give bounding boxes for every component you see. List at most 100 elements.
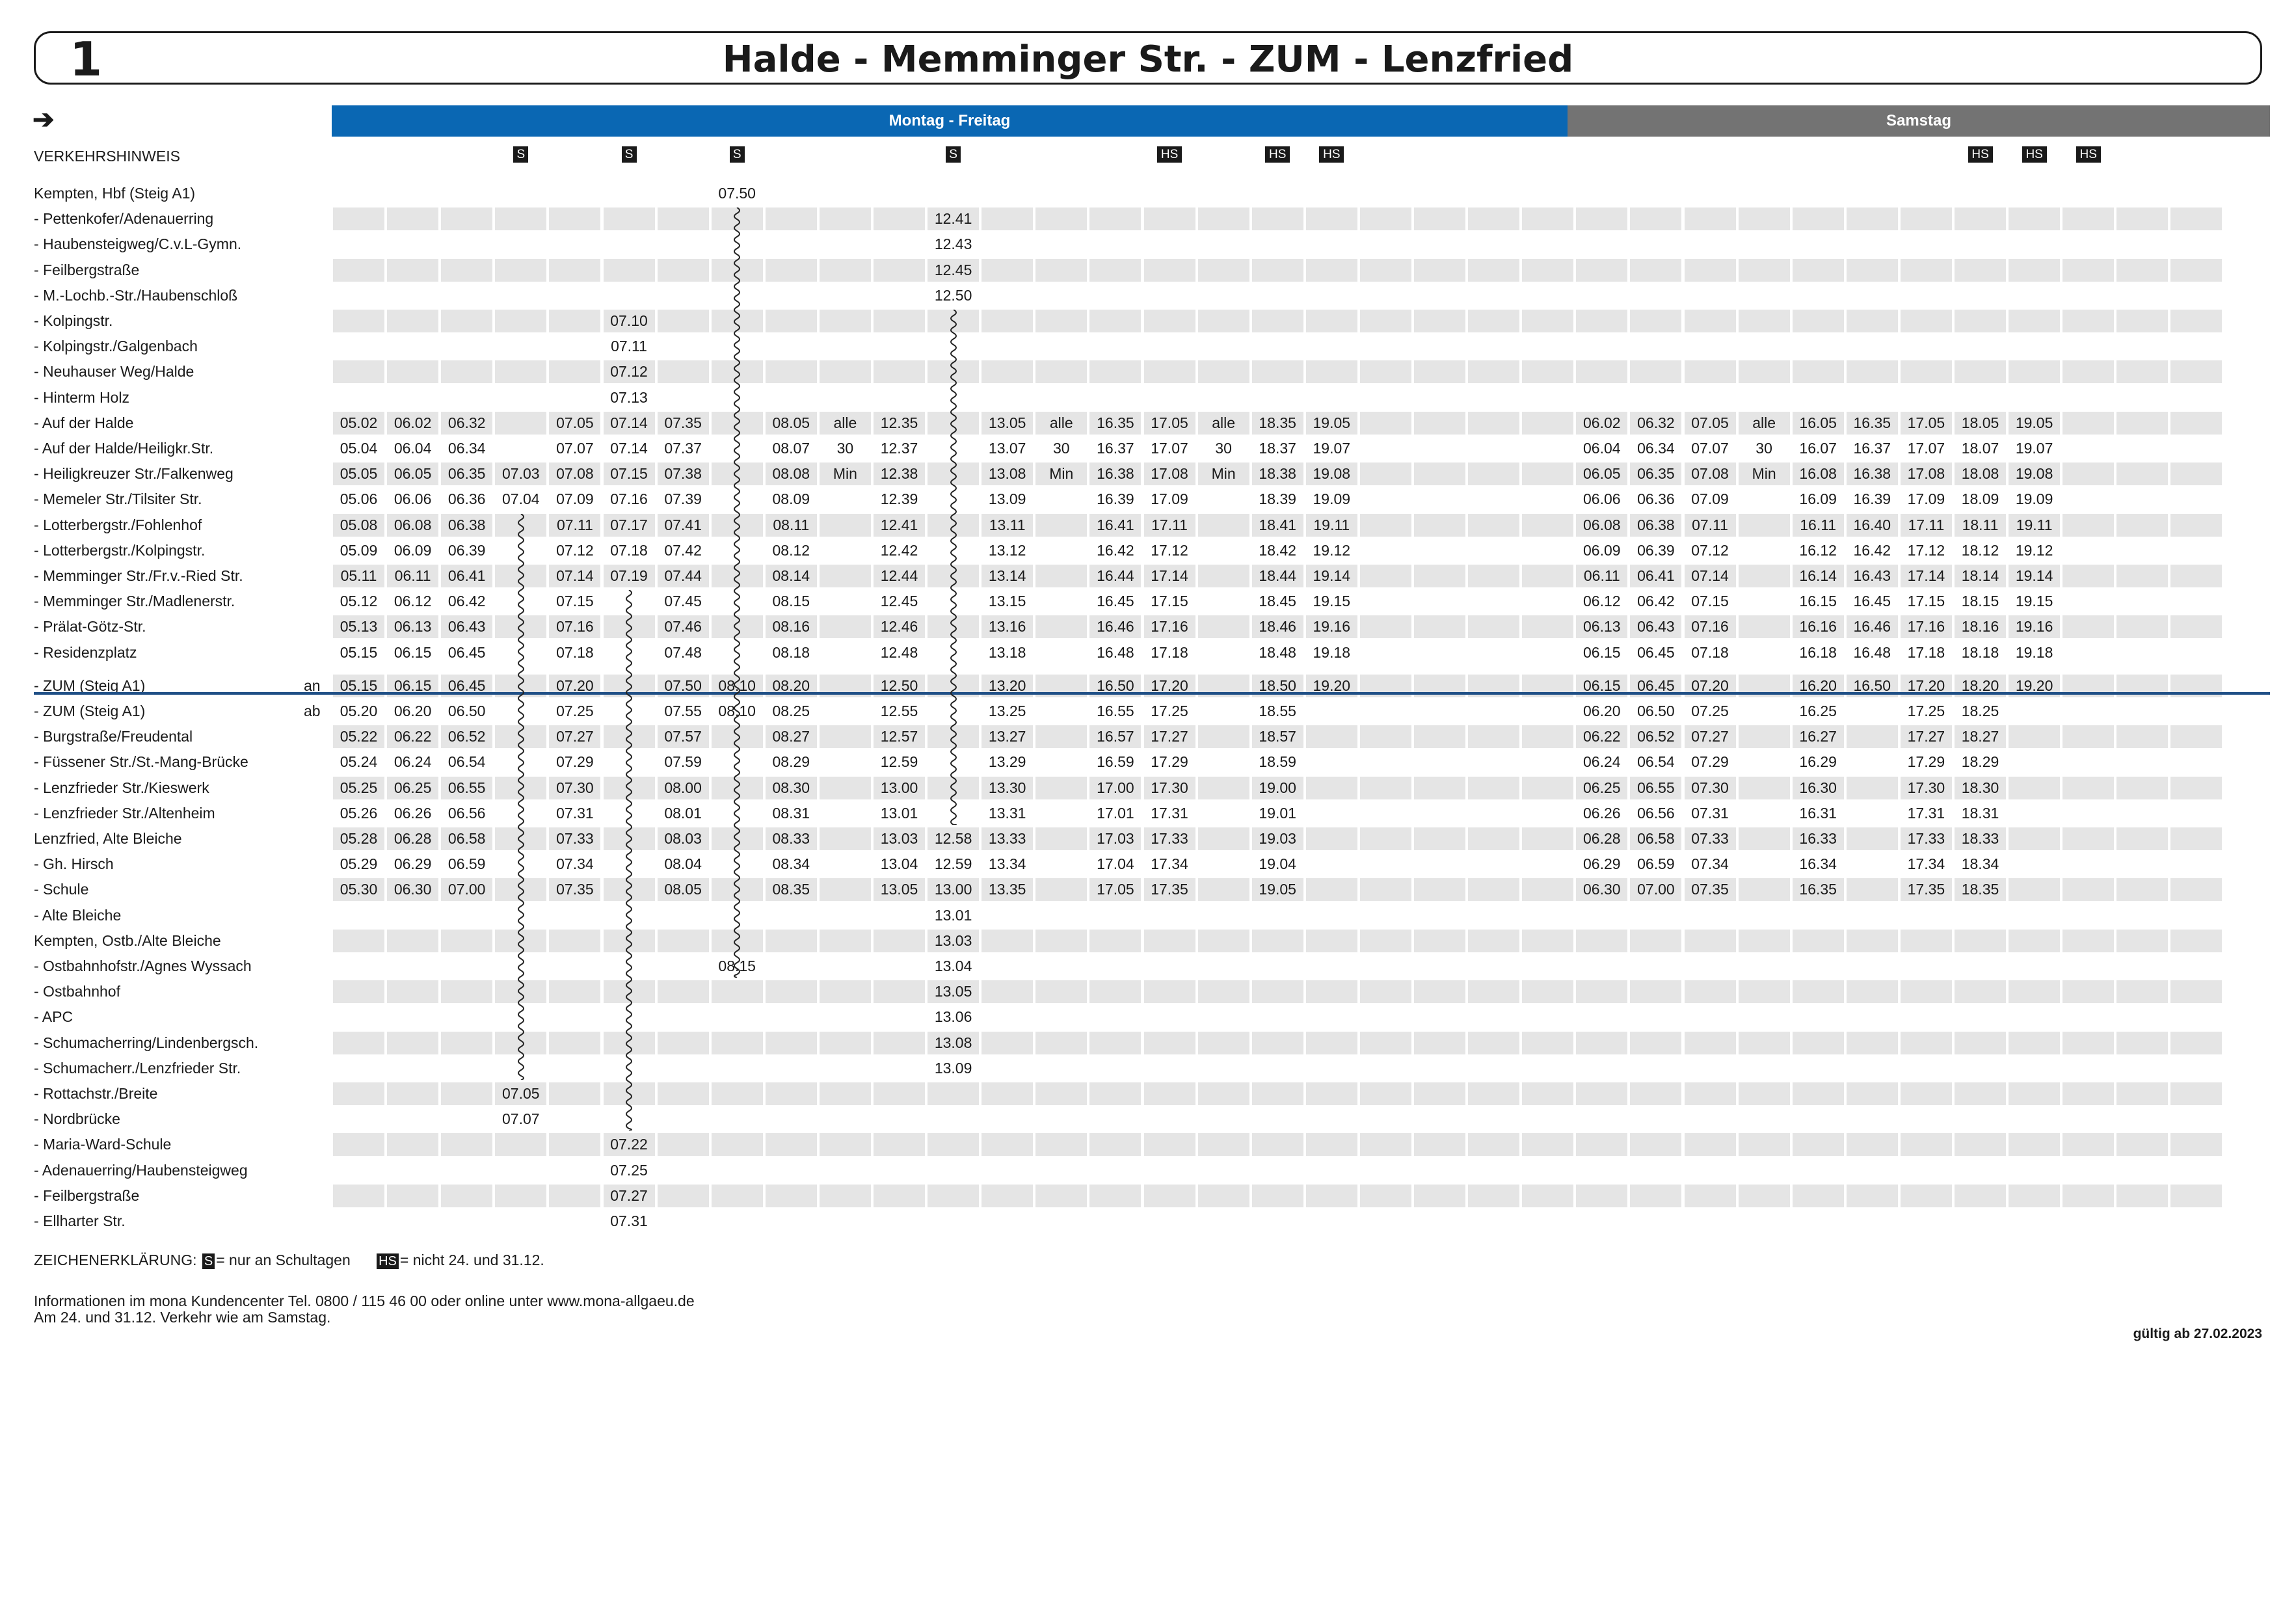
row-shade (2170, 827, 2223, 850)
row-shade (2116, 827, 2169, 850)
row-shade (1359, 929, 1411, 952)
row-shade (1738, 310, 1790, 332)
departure-time: 17.35 (1907, 881, 1945, 898)
departure-time: 17.30 (1151, 779, 1188, 796)
school-day-text: = nur an Schultagen (216, 1252, 351, 1268)
row-shade (1359, 258, 1411, 282)
timetable-row: - Lenzfrieder Str./Altenheim 05.26 06.26 06… (34, 801, 2270, 826)
departure-time: 08.30 (772, 779, 810, 796)
departure-time: 06.05 (1583, 465, 1621, 483)
holiday-flag-badge: HS (1157, 146, 1182, 163)
departure-time: 16.42 (1853, 541, 1891, 559)
row-shade (1143, 258, 1195, 282)
departure-time: 13.07 (988, 440, 1026, 457)
departure-time: 06.04 (394, 440, 432, 457)
departure-time: 08.07 (772, 440, 810, 457)
departure-time: 06.59 (447, 855, 486, 873)
row-shade (333, 1031, 385, 1054)
info-line: Informationen im mona Kundencenter Tel. … (34, 1293, 695, 1309)
row-shade (1414, 411, 1466, 435)
timetable-row: - Gh. Hirsch 05.29 06.29 06.59 07.34 08.04 08.… (34, 851, 2270, 877)
row-shade (1468, 776, 1520, 799)
row-shade (1251, 980, 1303, 1004)
departure-time: 13.35 (988, 881, 1026, 898)
departure-time: 06.55 (447, 779, 486, 796)
row-shade (819, 615, 871, 639)
departure-time: 08.18 (772, 643, 810, 661)
row-shade (387, 1184, 439, 1207)
timetable-row: - Rottachstr./Breite 07.05 (34, 1081, 2270, 1106)
row-shade (1305, 878, 1357, 902)
row-shade (495, 1184, 547, 1207)
row-shade (1468, 1031, 1520, 1054)
departure-time: 18.46 (1259, 618, 1296, 636)
row-shade (1576, 208, 1628, 231)
row-shade (874, 1082, 926, 1105)
departure-time: 07.22 (610, 1136, 648, 1153)
row-shade (1359, 615, 1411, 639)
row-shade (1197, 1082, 1249, 1105)
stop-name: Kempten, Hbf (Steig A1) (34, 185, 196, 202)
departure-time: 07.16 (556, 618, 594, 636)
row-shade (1684, 1082, 1736, 1105)
departure-time: 05.11 (340, 567, 377, 584)
departure-time: 05.24 (340, 753, 378, 771)
row-shade (2062, 878, 2115, 902)
row-shade (1738, 1133, 1790, 1157)
row-shade (819, 565, 871, 587)
departure-time: 06.24 (394, 753, 432, 771)
row-shade (1738, 513, 1790, 537)
row-shade (765, 980, 817, 1004)
row-shade (1900, 1031, 1952, 1054)
stop-name: - Hinterm Holz (34, 388, 129, 406)
row-shade (819, 513, 871, 537)
row-shade (1738, 1184, 1790, 1207)
valid-from: gültig ab 27.02.2023 (2133, 1326, 2262, 1341)
row-shade (1359, 411, 1411, 435)
departure-time: 13.05 (880, 881, 918, 898)
row-shade (549, 1184, 601, 1207)
row-shade (441, 1184, 493, 1207)
departure-time: 13.05 (988, 414, 1026, 431)
row-shade (1197, 360, 1249, 384)
row-shade (1414, 513, 1466, 537)
row-shade (1630, 1082, 1682, 1105)
departure-time: 16.48 (1097, 643, 1134, 661)
row-shade (387, 980, 439, 1004)
row-shade (2062, 725, 2115, 749)
departure-time: 07.11 (1692, 516, 1728, 533)
row-shade (819, 310, 871, 332)
row-shade (1522, 827, 1574, 850)
row-shade (1197, 980, 1249, 1004)
departure-time: 13.14 (988, 567, 1026, 584)
row-shade (2116, 258, 2169, 282)
row-shade (1035, 258, 1088, 282)
departure-time: 06.56 (447, 804, 486, 822)
departure-time: 06.12 (1583, 593, 1621, 610)
row-shade (819, 725, 871, 749)
row-shade (1251, 310, 1303, 332)
stop-name: - Ostbahnhof (34, 983, 120, 1000)
row-shade (1251, 1184, 1303, 1207)
row-shade (549, 208, 601, 231)
departure-time: 18.30 (1961, 779, 1999, 796)
row-shade (1468, 310, 1520, 332)
row-shade (1468, 827, 1520, 850)
departure-time: 07.45 (664, 593, 702, 610)
departure-time: 16.40 (1853, 516, 1891, 533)
row-shade (1359, 462, 1411, 486)
departure-time: 17.12 (1907, 541, 1945, 559)
row-shade (1846, 980, 1898, 1004)
departure-time: 05.09 (340, 541, 378, 559)
departure-time: 16.39 (1853, 490, 1891, 508)
departure-time: 06.09 (1583, 541, 1621, 559)
row-shade (2062, 929, 2115, 952)
row-shade (711, 980, 763, 1004)
departure-time: 07.46 (664, 618, 702, 636)
row-shade (1143, 208, 1195, 231)
row-shade (1576, 1184, 1628, 1207)
row-shade (1035, 878, 1088, 902)
departure-time: 18.38 (1259, 465, 1296, 483)
departure-time: 16.43 (1853, 567, 1891, 584)
departure-time: 18.12 (1961, 541, 1999, 559)
